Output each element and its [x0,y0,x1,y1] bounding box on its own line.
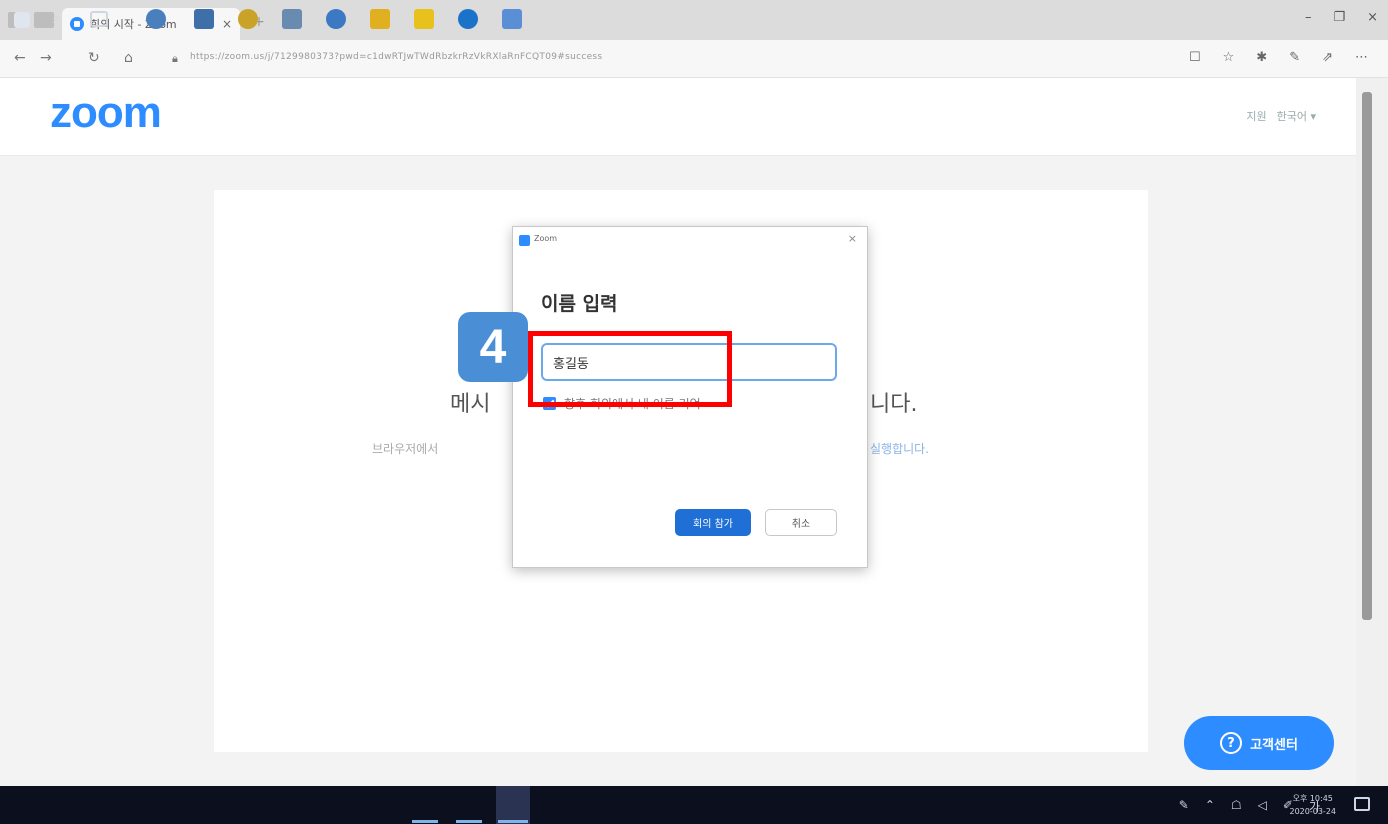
customer-center-label: 고객센터 [1250,737,1298,753]
background-heading-left: 메시 [450,392,491,417]
minimize-button[interactable]: – [1305,10,1312,25]
lock-icon: 🔒︎ [172,52,178,65]
window-controls: – ❐ × [1305,10,1378,25]
internet-explorer-icon[interactable] [326,9,346,29]
task-view-icon[interactable] [90,11,108,27]
maximize-button[interactable]: ❐ [1333,10,1345,25]
home-icon[interactable]: ⌂ [124,50,133,66]
browser-toolbar-icons: ☐ ☆ ✱ ✎ ⇗ ⋯ [1189,50,1368,65]
favorites-list-icon[interactable]: ✱ [1256,50,1267,65]
cancel-button[interactable]: 취소 [765,509,837,536]
app-icon-folder[interactable] [414,9,434,29]
highlight-box [528,331,732,407]
help-icon: ? [1220,732,1243,754]
pen-tray-icon[interactable]: ✎ [1179,798,1189,815]
forward-icon[interactable]: → [40,50,52,66]
tab-close-icon[interactable]: × [222,17,232,31]
taskbar-running-indicator [498,820,528,823]
background-subtext-left: 브라우저에서 [372,442,439,456]
window-close-button[interactable]: × [1367,10,1378,25]
windows-start-icon[interactable] [14,12,30,28]
zoom-favicon-icon [70,17,84,31]
zoom-page-header: zoom 지원 한국어 ▾ [0,78,1356,156]
background-subtext-link[interactable]: 실행합니다. [870,440,929,457]
more-icon[interactable]: ⋯ [1355,50,1368,65]
share-icon[interactable]: ⇗ [1322,50,1333,65]
dialog-app-name: Zoom [534,234,558,243]
clock-time: 오후 10:45 [1292,794,1333,803]
zoom-taskbar-icon[interactable] [502,9,522,29]
favorite-star-icon[interactable]: ☆ [1223,50,1235,65]
app-icon-1[interactable] [146,9,166,29]
chevron-up-icon[interactable]: ⌃ [1205,798,1215,815]
dialog-close-icon[interactable]: × [848,232,857,245]
chrome-icon[interactable] [238,9,258,29]
background-heading-right: 니다. [870,392,918,417]
read-view-icon[interactable]: ☐ [1189,50,1201,65]
pen-icon[interactable]: ✎ [1289,50,1300,65]
sticky-notes-icon[interactable] [370,9,390,29]
header-links: 지원 한국어 ▾ [1246,108,1316,124]
language-selector[interactable]: 한국어 ▾ [1277,108,1316,124]
page-scrollbar[interactable] [1356,78,1388,786]
dialog-heading: 이름 입력 [541,293,618,315]
join-meeting-button[interactable]: 회의 참가 [675,509,751,536]
volume-icon[interactable]: ◁ [1258,798,1267,815]
mail-icon[interactable] [282,9,302,29]
taskbar-running-indicator [456,820,482,823]
edge-icon[interactable] [458,9,478,29]
support-link[interactable]: 지원 [1246,108,1266,124]
browser-address-bar: ← → ↻ ⌂ 🔒︎ https://zoom.us/j/7129980373?… [0,40,1388,78]
zoom-app-icon [519,235,530,246]
notification-icon[interactable] [1354,797,1370,811]
taskbar-clock[interactable]: 오후 10:45 2020-03-24 [1290,792,1337,818]
scrollbar-thumb[interactable] [1362,92,1372,620]
taskbar-active-app[interactable] [496,786,530,824]
dialog-titlebar: Zoom × [513,227,867,253]
url-field[interactable]: https://zoom.us/j/7129980373?pwd=c1dwRTJ… [190,52,602,62]
taskbar-running-indicator [412,820,438,823]
step-number-badge: 4 [458,312,528,382]
back-icon[interactable]: ← [14,50,26,66]
network-icon[interactable]: ☖ [1231,798,1242,815]
search-icon[interactable]: ⌕ [52,9,72,29]
zoom-logo[interactable]: zoom [50,88,162,138]
clock-date: 2020-03-24 [1289,807,1337,816]
file-explorer-icon[interactable] [194,9,214,29]
customer-center-button[interactable]: ? 고객센터 [1184,716,1334,770]
tab-list-button[interactable] [34,12,54,28]
refresh-icon[interactable]: ↻ [88,50,100,66]
